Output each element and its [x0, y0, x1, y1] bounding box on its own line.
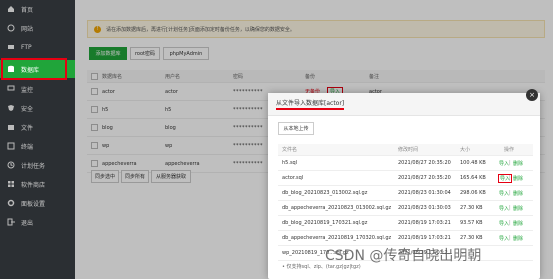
- column-header: 修改时间: [398, 147, 419, 153]
- file-row: h5.sql 2021/08/27 20:35:20 100.48 KB 导入 …: [278, 156, 533, 171]
- import-link[interactable]: 导入: [499, 205, 509, 212]
- file-row: db_appecheverra_20210823_013002.sql.gz 2…: [278, 201, 533, 216]
- store-icon: [7, 180, 15, 188]
- sidebar-item-label: FTP: [21, 43, 32, 51]
- file-row: db_appecheverra_20210819_170320.sql.gz 2…: [278, 231, 533, 246]
- file-size: 165.64 KB: [460, 175, 486, 181]
- modal-title: 从文件导入数据库[actor]: [276, 98, 345, 110]
- sidebar-item-logout[interactable]: 退出: [0, 213, 75, 231]
- file-modified: 2021/08/27 20:35:20: [398, 160, 451, 166]
- import-link[interactable]: 导入: [499, 160, 509, 167]
- sidebar-item-website[interactable]: 网站: [0, 19, 75, 37]
- sidebar-item-label: 面板设置: [21, 200, 46, 208]
- file-modified: 2021/08/23 01:30:03: [398, 205, 451, 211]
- file-modified: 2021/08/23 01:30:04: [398, 190, 451, 196]
- sidebar-item-label: 退出: [21, 219, 34, 227]
- delete-link[interactable]: 删除: [513, 175, 523, 182]
- file-size: 298.06 KB: [460, 190, 486, 196]
- watermark: CSDN @传奇自晓出明朝: [325, 248, 482, 264]
- sidebar-item-monitor[interactable]: 监控: [0, 80, 75, 98]
- folder-icon: [7, 123, 15, 131]
- sidebar-item-ftp[interactable]: FTP: [0, 38, 75, 56]
- file-name: db_appecheverra_20210823_013002.sql.gz: [282, 205, 392, 211]
- file-size: 27.30 KB: [460, 205, 483, 211]
- file-size: 93.57 KB: [460, 220, 483, 226]
- sidebar-item-label: 文件: [21, 124, 34, 132]
- shield-icon: [7, 104, 15, 112]
- column-header: 文件名: [282, 147, 298, 153]
- column-header: 大小: [460, 147, 471, 153]
- gear-icon: [7, 199, 15, 207]
- sidebar-item-settings[interactable]: 面板设置: [0, 194, 75, 212]
- sidebar-item-label: 软件商店: [21, 181, 46, 189]
- sidebar-item-store[interactable]: 软件商店: [0, 175, 75, 193]
- file-size: 27.30 KB: [460, 235, 483, 241]
- file-modified: 2021/08/19 17:03:21: [398, 220, 451, 226]
- terminal-icon: [7, 142, 15, 150]
- delete-link[interactable]: 删除: [513, 220, 523, 227]
- file-row: db_blog_20210823_013002.sql.gz 2021/08/2…: [278, 186, 533, 201]
- delete-link[interactable]: 删除: [513, 205, 523, 212]
- globe-icon: [7, 24, 15, 32]
- file-name: h5.sql: [282, 160, 298, 166]
- sidebar-item-label: 终端: [21, 143, 34, 151]
- delete-link[interactable]: 删除: [513, 190, 523, 197]
- file-modified: 2021/08/19 17:03:21: [398, 235, 451, 241]
- file-name: db_blog_20210819_170321.sql.gz: [282, 220, 368, 226]
- home-icon: [7, 5, 15, 13]
- delete-link[interactable]: 删除: [513, 160, 523, 167]
- sidebar-item-label: 首页: [21, 6, 34, 14]
- file-row: actor.sql 2021/08/27 20:35:20 165.64 KB …: [278, 171, 533, 186]
- sidebar-item-cron[interactable]: 计划任务: [0, 156, 75, 174]
- import-link[interactable]: 导入: [499, 190, 509, 197]
- file-size: 100.48 KB: [460, 160, 486, 166]
- sidebar-item-label: 安全: [21, 105, 34, 113]
- file-name: actor.sql: [282, 175, 304, 181]
- sidebar-item-security[interactable]: 安全: [0, 99, 75, 117]
- sidebar-item-label: 网站: [21, 25, 34, 33]
- upload-local-button[interactable]: 从本地上传: [278, 122, 314, 135]
- ftp-icon: [7, 43, 15, 51]
- sidebar-item-label: 监控: [21, 86, 34, 94]
- sidebar: 首页 网站 FTP 数据库 监控 安全 文件 终端 计划任务 软件商店 面板设置: [0, 0, 75, 279]
- monitor-icon: [7, 85, 15, 93]
- highlight-database-menu: [1, 58, 67, 80]
- import-link[interactable]: 导入: [499, 235, 509, 242]
- column-header: 操作: [504, 147, 515, 153]
- sidebar-item-terminal[interactable]: 终端: [0, 137, 75, 155]
- file-name: db_appecheverra_20210819_170320.sql.gz: [282, 235, 392, 241]
- file-name: db_blog_20210823_013002.sql.gz: [282, 190, 368, 196]
- clock-icon: [7, 161, 15, 169]
- sidebar-item-label: 计划任务: [21, 162, 46, 170]
- file-row: db_blog_20210819_170321.sql.gz 2021/08/1…: [278, 216, 533, 231]
- sidebar-item-files[interactable]: 文件: [0, 118, 75, 136]
- import-link[interactable]: 导入: [499, 220, 509, 227]
- delete-link[interactable]: 删除: [513, 235, 523, 242]
- file-modified: 2021/08/27 20:35:20: [398, 175, 451, 181]
- sidebar-item-home[interactable]: 首页: [0, 0, 75, 18]
- logout-icon: [7, 218, 15, 226]
- modal-title-bar: 从文件导入数据库[actor]: [268, 93, 540, 116]
- close-icon[interactable]: ×: [526, 89, 538, 101]
- file-table-header: 文件名 修改时间 大小 操作: [278, 144, 533, 156]
